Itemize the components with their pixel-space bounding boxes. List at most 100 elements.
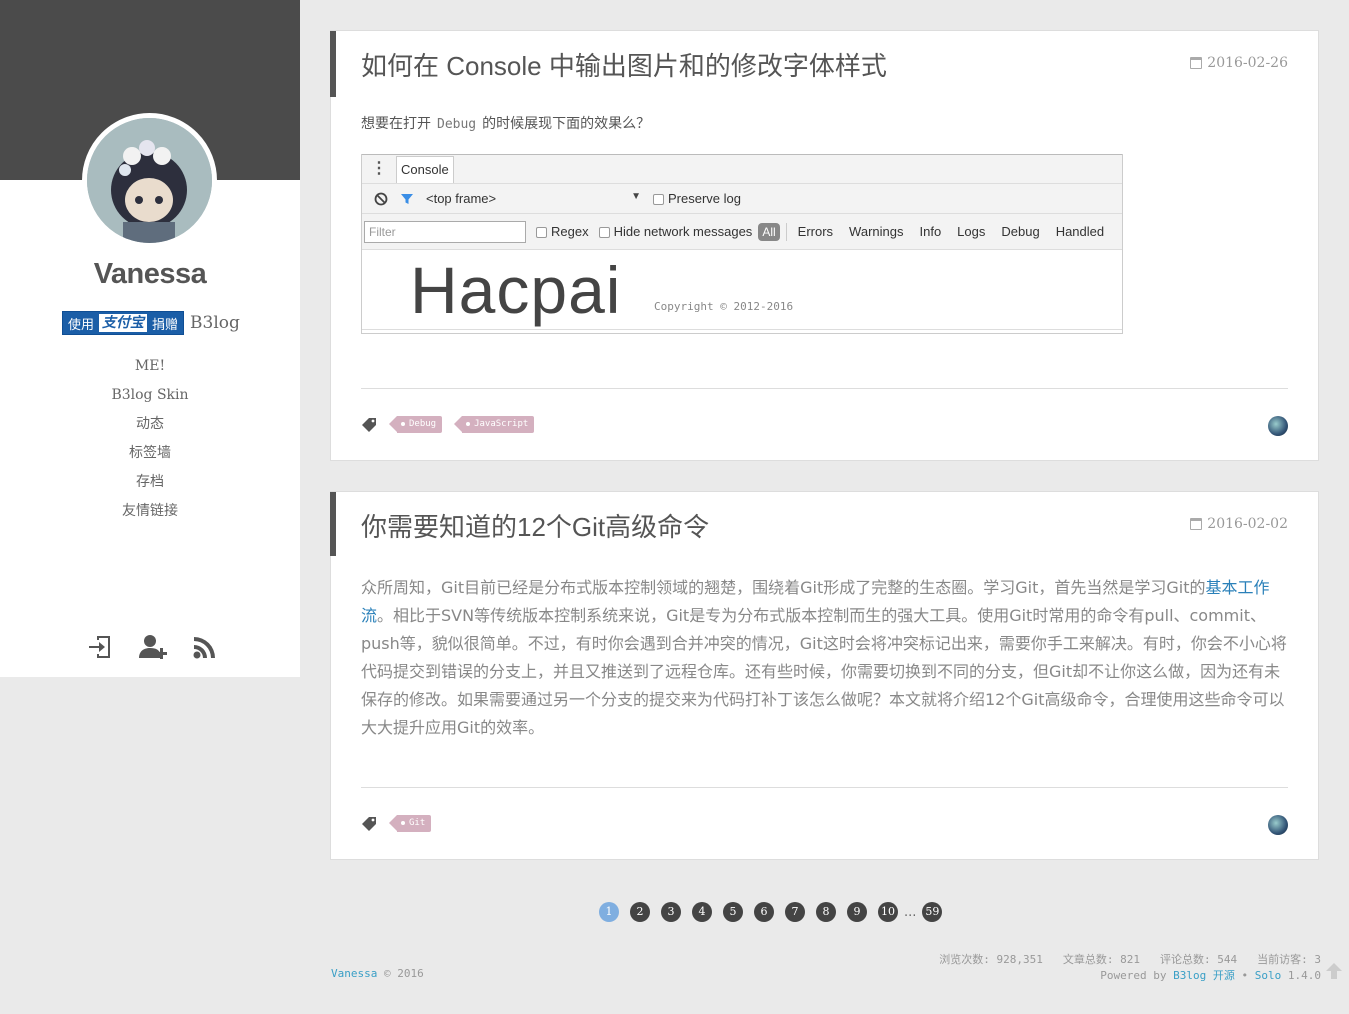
stat-value: 928,351 bbox=[996, 953, 1043, 966]
b3log-link[interactable]: B3log bbox=[1173, 969, 1206, 982]
article-abstract: 想要在打开 Debug 的时候展现下面的效果么？ bbox=[361, 113, 1288, 136]
level-handled: Handled bbox=[1055, 224, 1105, 239]
pagination: 1 2 3 4 5 6 7 8 9 10 ... 59 bbox=[599, 902, 943, 922]
more-menu-icon: ⋮ bbox=[371, 160, 387, 177]
login-icon[interactable] bbox=[86, 632, 116, 662]
page-link-5[interactable]: 5 bbox=[723, 902, 743, 922]
level-debug: Debug bbox=[1001, 224, 1040, 239]
author-avatar[interactable] bbox=[1268, 416, 1288, 436]
console-tab: Console bbox=[396, 156, 454, 183]
page-link-3[interactable]: 3 bbox=[661, 902, 681, 922]
blog-name[interactable]: Vanessa bbox=[0, 258, 300, 291]
register-icon[interactable] bbox=[138, 632, 168, 662]
page-link-2[interactable]: 2 bbox=[630, 902, 650, 922]
pagination-ellipsis: ... bbox=[904, 904, 917, 920]
abstract-text: 众所周知，Git目前已经是分布式版本控制领域的翘楚，围绕着Git形成了完整的生态… bbox=[361, 578, 1206, 597]
preserve-log-option: Preserve log bbox=[653, 191, 741, 206]
console-tabbar: ⋮ Console bbox=[362, 154, 1122, 184]
page-link-last[interactable]: 59 bbox=[922, 902, 943, 922]
blog-avatar[interactable] bbox=[82, 113, 217, 248]
page-link-10[interactable]: 10 bbox=[878, 902, 898, 922]
footer-author-link[interactable]: Vanessa bbox=[331, 967, 377, 980]
preserve-log-label: Preserve log bbox=[668, 191, 741, 206]
filter-input: Filter bbox=[364, 220, 526, 243]
donate-post-label: 捐赠 bbox=[152, 317, 179, 333]
stat-visitors: 当前访客: 3 bbox=[1257, 951, 1321, 967]
stat-value: 821 bbox=[1120, 953, 1140, 966]
donate-widget[interactable]: 使用 支付宝 捐赠 B3log bbox=[62, 311, 240, 335]
tag-icon bbox=[361, 417, 377, 433]
clear-console-icon bbox=[374, 192, 388, 206]
nav-item-b3log-skin[interactable]: B3log Skin bbox=[111, 387, 188, 403]
article-card: 你需要知道的12个Git高级命令 2016-02-02 众所周知，Git目前已经… bbox=[330, 491, 1319, 860]
abstract-text: 的时候展现下面的效果么？ bbox=[482, 116, 651, 132]
level-info: Info bbox=[919, 224, 942, 239]
level-errors: Errors bbox=[797, 224, 834, 239]
article-date-text: 2016-02-02 bbox=[1207, 516, 1288, 532]
tag-javascript[interactable]: JavaScript bbox=[454, 416, 535, 433]
regex-label: Regex bbox=[551, 224, 589, 239]
filter-funnel-icon bbox=[400, 192, 414, 206]
powered-by-label: Powered by bbox=[1100, 969, 1167, 982]
article-card: 如何在 Console 中输出图片和的修改字体样式 2016-02-26 想要在… bbox=[330, 30, 1319, 461]
tag-git[interactable]: Git bbox=[388, 815, 432, 832]
site-stats: 浏览次数: 928,351 文章总数: 821 评论总数: 544 当前访客: … bbox=[939, 951, 1321, 967]
abstract-code: Debug bbox=[437, 117, 477, 132]
chevron-down-icon: ▼ bbox=[631, 191, 641, 202]
abstract-text: 。相比于SVN等传统版本控制系统来说，Git是专为分布式版本控制而生的强大工具。… bbox=[361, 606, 1287, 737]
nav-item-tag-wall[interactable]: 标签墙 bbox=[129, 445, 171, 461]
calendar-icon bbox=[1190, 518, 1203, 530]
article-date: 2016-02-02 bbox=[1190, 516, 1288, 532]
article-date-text: 2016-02-26 bbox=[1207, 55, 1288, 71]
regex-option: Regex bbox=[536, 224, 589, 239]
checkbox-icon bbox=[653, 194, 664, 206]
donate-pre-label: 使用 bbox=[68, 317, 95, 333]
article-tags: Git bbox=[361, 815, 432, 832]
console-filterbar: Filter Regex Hide network messages All E… bbox=[362, 214, 1122, 250]
stat-label: 当前访客: bbox=[1257, 953, 1308, 966]
nav-item-dynamic[interactable]: 动态 bbox=[136, 416, 164, 432]
stat-articles: 文章总数: 821 bbox=[1063, 951, 1140, 967]
tag-debug[interactable]: Debug bbox=[388, 416, 443, 433]
nav-item-me[interactable]: ME! bbox=[135, 358, 165, 374]
calendar-icon bbox=[1190, 57, 1203, 69]
checkbox-icon bbox=[598, 227, 610, 239]
stat-comments: 评论总数: 544 bbox=[1160, 951, 1237, 967]
nav-item-archive[interactable]: 存档 bbox=[136, 474, 164, 490]
tag-icon bbox=[361, 816, 377, 832]
stat-views: 浏览次数: 928,351 bbox=[939, 951, 1043, 967]
stat-label: 浏览次数: bbox=[939, 953, 990, 966]
hide-network-label: Hide network messages bbox=[613, 224, 753, 239]
user-actions bbox=[86, 632, 220, 662]
rss-icon[interactable] bbox=[190, 632, 220, 662]
nav-item-links[interactable]: 友情链接 bbox=[122, 503, 178, 519]
powered-by: Powered by B3log 开源 • Solo 1.4.0 bbox=[1100, 967, 1321, 983]
abstract-text: 想要在打开 bbox=[361, 116, 431, 132]
article-abstract: 众所周知，Git目前已经是分布式版本控制领域的翘楚，围绕着Git形成了完整的生态… bbox=[361, 574, 1288, 742]
solo-link[interactable]: Solo bbox=[1255, 969, 1282, 982]
level-warnings: Warnings bbox=[849, 224, 904, 239]
page-link-6[interactable]: 6 bbox=[754, 902, 774, 922]
solo-version: 1.4.0 bbox=[1287, 969, 1321, 982]
page-link-1[interactable]: 1 bbox=[599, 902, 619, 922]
divider bbox=[362, 329, 1122, 330]
console-screenshot: ⋮ Console <top frame> ▼ Preserve log Fil… bbox=[361, 154, 1123, 334]
divider bbox=[785, 222, 787, 241]
stat-label: 文章总数: bbox=[1062, 953, 1114, 966]
article-title[interactable]: 如何在 Console 中输出图片和的修改字体样式 bbox=[361, 46, 887, 83]
page-link-9[interactable]: 9 bbox=[847, 902, 867, 922]
author-avatar[interactable] bbox=[1268, 815, 1288, 835]
arrow-up-icon[interactable] bbox=[1325, 962, 1343, 980]
hide-network-option: Hide network messages bbox=[598, 224, 753, 239]
bullet-separator: • bbox=[1241, 969, 1249, 982]
opensource-link[interactable]: 开源 bbox=[1213, 969, 1235, 982]
page-link-4[interactable]: 4 bbox=[692, 902, 712, 922]
page-link-8[interactable]: 8 bbox=[816, 902, 836, 922]
stat-value: 3 bbox=[1314, 953, 1321, 966]
donate-b3log-text: B3log bbox=[190, 313, 240, 333]
alipay-donate-button[interactable]: 使用 支付宝 捐赠 bbox=[62, 311, 185, 335]
article-title[interactable]: 你需要知道的12个Git高级命令 bbox=[361, 507, 709, 544]
console-output-copyright: Copyright © 2012-2016 bbox=[654, 300, 794, 313]
page-link-7[interactable]: 7 bbox=[785, 902, 805, 922]
level-logs: Logs bbox=[957, 224, 986, 239]
